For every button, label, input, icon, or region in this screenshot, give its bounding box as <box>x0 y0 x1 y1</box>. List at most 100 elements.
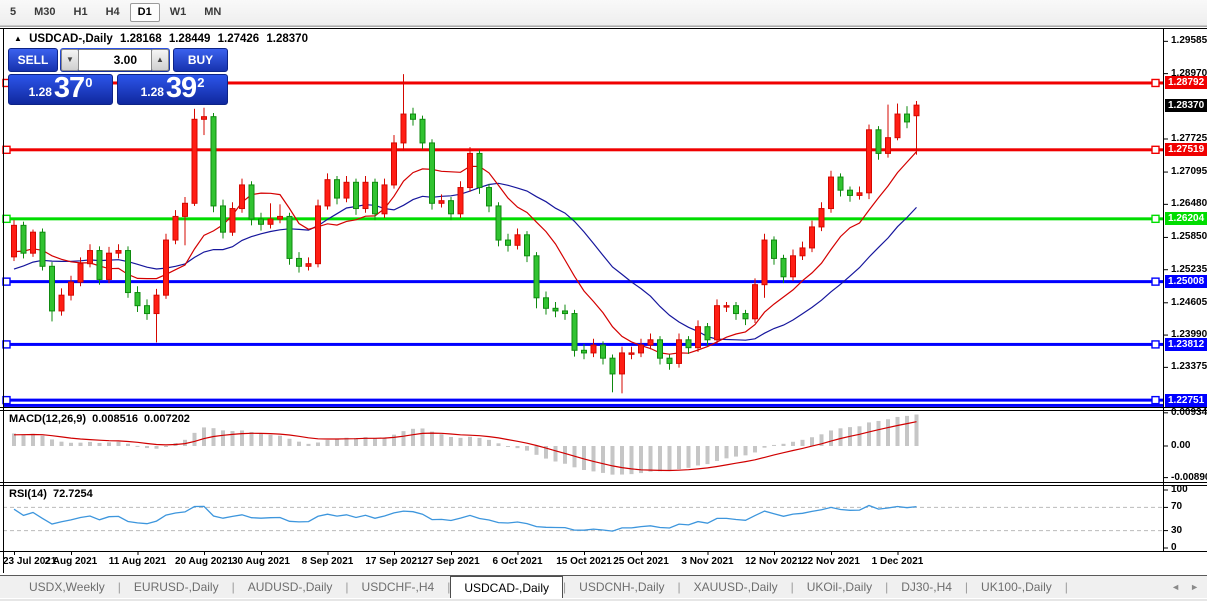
hline-1.22751[interactable] <box>3 398 1163 402</box>
candle-body <box>904 113 910 123</box>
macd-histogram-bar <box>829 430 833 446</box>
macd-histogram-bar <box>601 446 605 473</box>
macd-histogram-bar <box>192 432 197 446</box>
candle-body <box>638 344 644 354</box>
hline-handle-left[interactable] <box>2 277 11 286</box>
panel-border <box>1163 302 1168 304</box>
rsi-tick-0: 0 <box>1171 542 1177 553</box>
panel-border <box>0 485 1207 486</box>
buy-button[interactable]: BUY <box>173 48 228 72</box>
panel-border <box>1163 412 1168 414</box>
macd-histogram-bar <box>639 446 643 474</box>
macd-histogram-bar <box>686 446 691 468</box>
candle-body <box>315 205 321 265</box>
panel-border <box>1163 28 1164 551</box>
price-tick-1.27095: 1.27095 <box>1171 166 1207 178</box>
panel-border <box>261 551 262 555</box>
sell-button[interactable]: SELL <box>8 48 58 72</box>
tab-audusd-daily[interactable]: AUDUSD-,Daily <box>235 576 346 598</box>
hline-handle-right[interactable] <box>1151 145 1160 155</box>
panel-border <box>1163 477 1168 479</box>
candle-body <box>258 218 264 225</box>
hline-handle-right[interactable] <box>1151 395 1160 405</box>
price-tick-1.24605: 1.24605 <box>1171 296 1207 308</box>
candle-body <box>372 181 378 215</box>
hline-handle-right[interactable] <box>1151 277 1160 286</box>
hline-handle-right[interactable] <box>1151 214 1160 224</box>
macd-histogram-bar <box>401 431 406 446</box>
panel-border <box>1163 236 1168 238</box>
tab-xauusd-daily[interactable]: XAUUSD-,Daily <box>681 576 791 598</box>
macd-histogram-bar <box>126 443 130 446</box>
chart-title-bar: ▲ USDCAD-,Daily 1.28168 1.28449 1.27426 … <box>14 33 312 45</box>
symbol-tab-bar: USDX,Weekly | EURUSD-,Daily | AUDUSD-,Daily |… <box>0 575 1207 598</box>
candle-body <box>305 263 312 267</box>
candle-body <box>448 200 454 215</box>
candle-body <box>562 310 568 315</box>
one-click-trading-panel: SELL ▼ 3.00 ▲ BUY 1.28 37 0 1.28 39 2 <box>8 48 228 105</box>
tab-eurusd-daily[interactable]: EURUSD-,Daily <box>121 576 232 598</box>
date-label-8-Sep-2021: 8 Sep 2021 <box>301 556 354 567</box>
hline-handle-left[interactable] <box>2 214 11 224</box>
panel-border <box>1163 445 1168 447</box>
panel-border <box>517 551 519 555</box>
panel-border <box>0 407 1207 408</box>
hline-1.23812[interactable] <box>3 342 1163 346</box>
date-label-11-Aug-2021: 11 Aug 2021 <box>108 556 167 567</box>
candle-body <box>657 339 663 359</box>
macd-histogram-bar <box>620 446 624 475</box>
sell-price-display[interactable]: 1.28 37 0 <box>8 74 113 105</box>
candle-body <box>220 205 226 233</box>
candle-body <box>609 357 616 375</box>
panel-border <box>1163 489 1168 491</box>
hline-1.2265[interactable] <box>3 403 1163 407</box>
buy-price-display[interactable]: 1.28 39 2 <box>117 74 228 105</box>
volume-increase-button[interactable]: ▲ <box>151 49 169 71</box>
candle-body <box>647 339 654 346</box>
candle-body <box>87 250 93 265</box>
tab-usdx-weekly[interactable]: USDX,Weekly <box>16 576 118 598</box>
volume-decrease-button[interactable]: ▼ <box>61 49 79 71</box>
sell-price-prefix: 1.28 <box>28 84 52 99</box>
macd-histogram-bar <box>287 438 292 446</box>
price-tag-1.26204: 1.26204 <box>1165 212 1207 226</box>
hline-handle-left[interactable] <box>2 340 11 349</box>
candle-body <box>913 104 920 117</box>
price-tag-1.22751: 1.22751 <box>1165 393 1207 407</box>
ohlc-close: 1.28370 <box>266 33 308 45</box>
candle-body <box>429 142 435 204</box>
hline-1.25008[interactable] <box>3 280 1163 284</box>
tab-usdcnh-daily[interactable]: USDCNH-,Daily <box>566 576 677 598</box>
candle-body <box>856 192 863 196</box>
candle-body <box>714 305 720 341</box>
current-price-tag: 1.28370 <box>1165 98 1207 112</box>
macd-histogram-bar <box>724 446 729 459</box>
volume-input[interactable]: 3.00 <box>79 49 151 71</box>
tab-usdcad-daily[interactable]: USDCAD-,Daily <box>450 576 564 598</box>
hline-1.27519[interactable] <box>3 148 1163 152</box>
tab-uk100-daily[interactable]: UK100-,Daily <box>968 576 1065 598</box>
candle-body <box>486 187 492 207</box>
candle-body <box>438 200 445 204</box>
candle-body <box>752 284 758 320</box>
candle-body <box>761 239 768 286</box>
panel-border <box>1163 530 1168 532</box>
hline-handle-left[interactable] <box>2 395 11 405</box>
macd-value: 0.008516 <box>92 413 138 425</box>
symbol-name: USDCAD-,Daily <box>29 33 113 45</box>
panel-border <box>451 551 452 555</box>
collapse-panel-icon[interactable]: ▲ <box>14 34 22 43</box>
macd-histogram-bar <box>202 427 206 446</box>
tab-dj30-h4[interactable]: DJ30-,H4 <box>888 576 965 598</box>
candle-body <box>685 339 692 349</box>
tab-usdchf-h4[interactable]: USDCHF-,H4 <box>349 576 448 598</box>
hline-handle-right[interactable] <box>1151 78 1160 88</box>
date-label-22-Nov-2021: 22 Nov 2021 <box>802 556 860 567</box>
buy-price-sup: 2 <box>197 75 205 90</box>
macd-histogram-bar <box>458 437 463 446</box>
hline-handle-right[interactable] <box>1151 340 1160 349</box>
hline-handle-left[interactable] <box>2 145 11 155</box>
tabs-scroll-left-icon[interactable]: ◄ <box>1171 582 1180 592</box>
tabs-scroll-right-icon[interactable]: ► <box>1190 582 1199 592</box>
tab-ukoil-daily[interactable]: UKOil-,Daily <box>794 576 885 598</box>
